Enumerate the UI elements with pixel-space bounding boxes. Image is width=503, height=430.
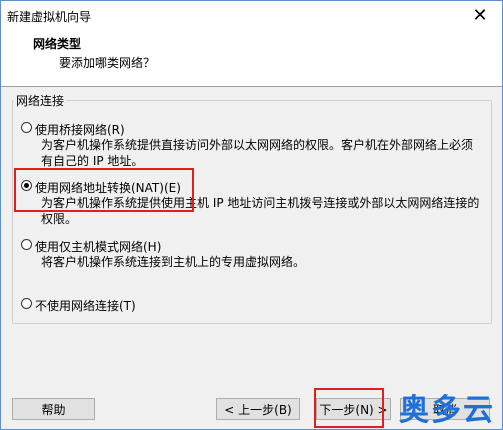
radio-bridged[interactable]	[21, 122, 32, 133]
wizard-header: 网络类型 要添加哪类网络？	[1, 29, 502, 87]
option-host-only-label[interactable]: 使用仅主机模式网络(H)	[35, 238, 161, 255]
close-icon[interactable]: ✕	[458, 1, 502, 29]
title-bar: 新建虚拟机向导 ✕	[1, 1, 502, 29]
back-button[interactable]: < 上一步(B)	[216, 398, 300, 420]
radio-host-only[interactable]	[21, 239, 32, 250]
group-label: 网络连接	[14, 92, 67, 109]
window-title: 新建虚拟机向导	[7, 10, 92, 24]
radio-no-network[interactable]	[21, 298, 32, 309]
help-button[interactable]: 帮助	[12, 398, 95, 420]
page-title: 网络类型	[33, 37, 82, 51]
nat-highlight-box	[14, 168, 194, 212]
next-highlight-box	[314, 388, 384, 428]
option-bridged-label[interactable]: 使用桥接网络(R)	[35, 121, 125, 138]
watermark-logo: 奥多云	[399, 393, 495, 428]
page-subtitle: 要添加哪类网络？	[59, 56, 156, 70]
option-bridged-description: 为客户机操作系统提供直接访问外部以太网网络的权限。客户机在外部网络上必须有自己的…	[41, 138, 474, 168]
option-no-network-label[interactable]: 不使用网络连接(T)	[35, 297, 136, 314]
option-host-only-description: 将客户机操作系统连接到主机上的专用虚拟网络。	[41, 255, 306, 269]
